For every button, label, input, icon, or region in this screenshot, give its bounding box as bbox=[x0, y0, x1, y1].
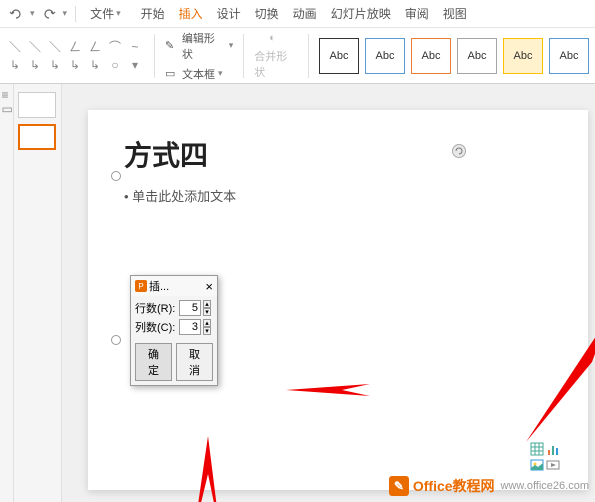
cols-input[interactable] bbox=[179, 319, 201, 335]
tab-animations[interactable]: 动画 bbox=[293, 3, 317, 24]
ok-button[interactable]: 确定 bbox=[135, 343, 172, 381]
tab-review[interactable]: 审阅 bbox=[405, 3, 429, 24]
shape-style-5[interactable]: Abc bbox=[503, 38, 543, 74]
rotation-handle[interactable] bbox=[452, 144, 466, 158]
ribbon: ＼＼＼ㄥㄥ⌒~ ↳↳↳↳↳○▾ ✎ 编辑形状▾ ▭ 文本框▾ ◐ 合并形状 Ab… bbox=[0, 28, 595, 84]
workspace: ≡ ▭ 方式四 单击此处添加文本 bbox=[0, 84, 595, 502]
watermark-icon: ✎ bbox=[389, 476, 409, 496]
shapes-lines-gallery[interactable]: ＼＼＼ㄥㄥ⌒~ ↳↳↳↳↳○▾ bbox=[6, 39, 144, 73]
dialog-title: 插... bbox=[149, 278, 169, 294]
close-button[interactable]: × bbox=[205, 279, 213, 294]
selection-handle[interactable] bbox=[111, 335, 121, 345]
shape-style-4[interactable]: Abc bbox=[457, 38, 497, 74]
insert-table-dialog: P 插... × 行数(R): ▴▾ 列数(C): ▴▾ 确定 取消 bbox=[130, 275, 218, 386]
file-menu[interactable]: 文件▾ bbox=[84, 3, 127, 24]
watermark-brand: Office教程网 bbox=[413, 476, 495, 496]
svg-text:P: P bbox=[138, 282, 143, 291]
shape-style-6[interactable]: Abc bbox=[549, 38, 589, 74]
edit-shape-button[interactable]: ✎ 编辑形状▾ bbox=[165, 30, 233, 62]
watermark: ✎ Office教程网 www.office26.com bbox=[389, 476, 589, 496]
watermark-url: www.office26.com bbox=[501, 480, 589, 492]
rows-label: 行数(R): bbox=[135, 300, 177, 316]
separator bbox=[75, 6, 76, 22]
slide-thumbnails bbox=[14, 84, 62, 502]
undo-dropdown-icon[interactable]: ▾ bbox=[30, 8, 35, 19]
tab-design[interactable]: 设计 bbox=[217, 3, 241, 24]
redo-dropdown-icon[interactable]: ▾ bbox=[63, 8, 68, 19]
rows-input[interactable] bbox=[179, 300, 201, 316]
textbox-icon: ▭ bbox=[165, 67, 179, 81]
picture-icon[interactable] bbox=[530, 458, 544, 472]
annotation-arrow bbox=[282, 382, 372, 398]
cols-label: 列数(C): bbox=[135, 319, 177, 335]
shape-styles-gallery[interactable]: Abc Abc Abc Abc Abc Abc bbox=[319, 38, 589, 74]
ribbon-separator bbox=[243, 34, 244, 78]
merge-shapes-button: ◐ 合并形状 bbox=[254, 32, 298, 80]
dialog-titlebar[interactable]: P 插... × bbox=[131, 276, 217, 296]
shape-edit-group: ✎ 编辑形状▾ ▭ 文本框▾ bbox=[165, 30, 233, 82]
quick-access-toolbar: ▾ ▾ 文件▾ 开始 插入 设计 切换 动画 幻灯片放映 审阅 视图 bbox=[0, 0, 595, 28]
edit-shape-icon: ✎ bbox=[165, 39, 179, 53]
tab-slideshow[interactable]: 幻灯片放映 bbox=[331, 3, 391, 24]
shape-style-2[interactable]: Abc bbox=[365, 38, 405, 74]
textbox-button[interactable]: ▭ 文本框▾ bbox=[165, 66, 223, 82]
annotation-arrow bbox=[190, 434, 230, 502]
selection-handle[interactable] bbox=[111, 171, 121, 181]
ribbon-separator bbox=[308, 34, 309, 78]
slide-thumbnail-2[interactable] bbox=[18, 124, 56, 150]
tab-transitions[interactable]: 切换 bbox=[255, 3, 279, 24]
slides-icon[interactable]: ▭ bbox=[2, 102, 12, 112]
app-icon: P bbox=[135, 280, 147, 292]
annotation-arrow bbox=[522, 316, 595, 446]
shape-style-1[interactable]: Abc bbox=[319, 38, 359, 74]
ribbon-separator bbox=[154, 34, 155, 78]
slide-thumbnail-1[interactable] bbox=[18, 92, 56, 118]
cols-spinner[interactable]: ▴▾ bbox=[203, 319, 211, 335]
tab-view[interactable]: 视图 bbox=[443, 3, 467, 24]
tab-home[interactable]: 开始 bbox=[141, 3, 165, 24]
media-icon[interactable] bbox=[546, 458, 560, 472]
tab-insert[interactable]: 插入 bbox=[179, 3, 203, 24]
ribbon-tabs: 开始 插入 设计 切换 动画 幻灯片放映 审阅 视图 bbox=[141, 3, 467, 24]
rows-spinner[interactable]: ▴▾ bbox=[203, 300, 211, 316]
redo-icon[interactable] bbox=[41, 6, 57, 22]
cancel-button[interactable]: 取消 bbox=[176, 343, 213, 381]
content-placeholder-icons[interactable] bbox=[530, 442, 560, 472]
slide-title[interactable]: 方式四 bbox=[124, 134, 208, 174]
content-placeholder[interactable]: 单击此处添加文本 bbox=[124, 186, 236, 205]
undo-icon[interactable] bbox=[8, 6, 24, 22]
outline-bar: ≡ ▭ bbox=[0, 84, 14, 502]
merge-shapes-icon: ◐ bbox=[269, 32, 283, 46]
shape-style-3[interactable]: Abc bbox=[411, 38, 451, 74]
outline-icon[interactable]: ≡ bbox=[2, 88, 12, 98]
